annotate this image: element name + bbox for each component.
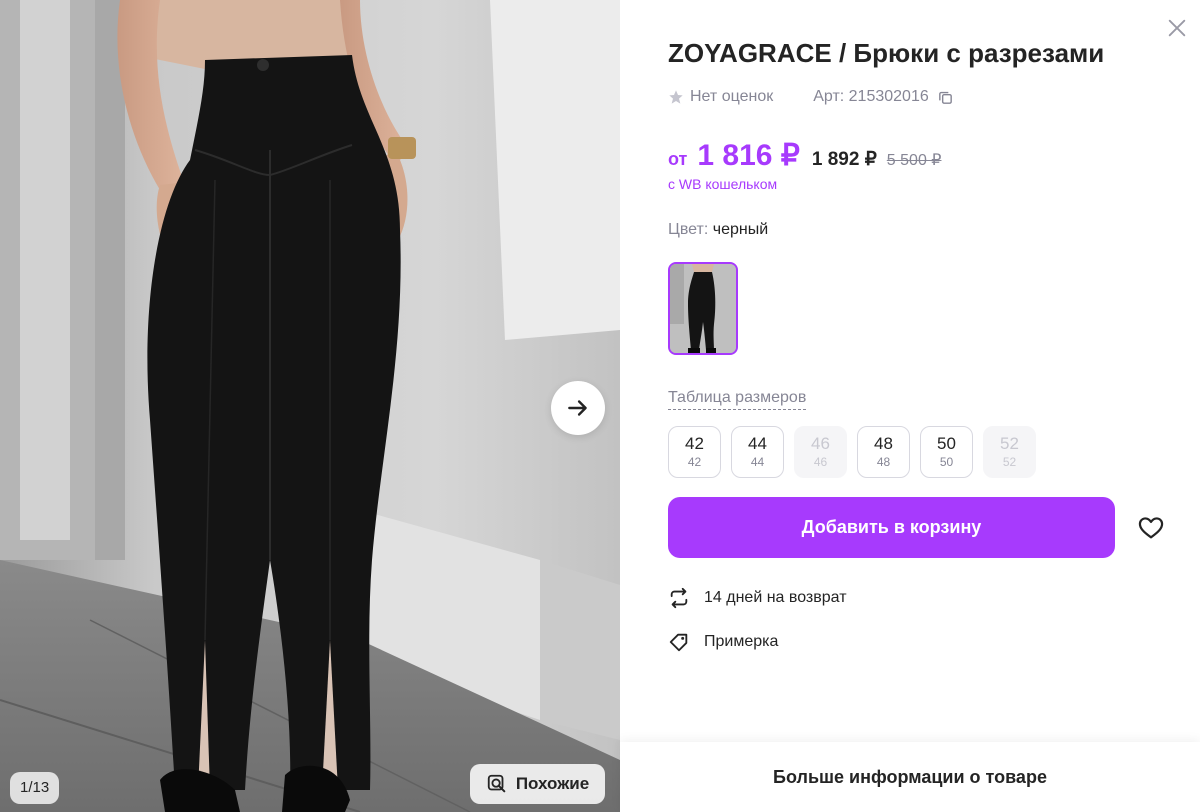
close-icon xyxy=(1168,19,1186,37)
size-ru-label: 52 xyxy=(1002,455,1017,469)
size-option-42[interactable]: 42 42 xyxy=(668,426,721,478)
add-to-cart-button[interactable]: Добавить в корзину xyxy=(668,497,1115,558)
product-details-panel: ZOYAGRACE / Брюки с разрезами Нет оценок… xyxy=(620,0,1200,812)
color-swatch-black[interactable] xyxy=(668,262,738,355)
return-icon xyxy=(670,587,688,609)
favorite-button[interactable] xyxy=(1133,510,1169,546)
size-ru-label: 46 xyxy=(813,455,828,469)
article: Арт: 215302016 xyxy=(813,88,954,106)
search-similar-icon xyxy=(487,774,506,793)
return-text: 14 дней на возврат xyxy=(704,589,847,606)
size-ru-label: 42 xyxy=(687,455,702,469)
size-ru-label: 50 xyxy=(939,455,954,469)
more-info-button[interactable]: Больше информации о товаре xyxy=(620,742,1200,812)
old-price: 5 500 ₽ xyxy=(886,152,942,169)
similar-products-button[interactable]: Похожие xyxy=(470,764,605,804)
article-number: Арт: 215302016 xyxy=(813,88,929,105)
size-option-46[interactable]: 46 46 xyxy=(794,426,847,478)
return-info: 14 дней на возврат xyxy=(668,587,847,609)
fitting-info: Примерка xyxy=(668,631,778,653)
similar-label: Похожие xyxy=(515,774,590,793)
price-from-label: от xyxy=(668,149,688,169)
heart-icon xyxy=(1138,517,1164,539)
fitting-text: Примерка xyxy=(704,633,779,650)
product-photo xyxy=(0,0,620,812)
size-table-link[interactable]: Таблица размеров xyxy=(668,389,807,410)
price-row: от 1 816 ₽ 1 892 ₽ 5 500 ₽ xyxy=(668,138,941,173)
wallet-price: 1 816 ₽ xyxy=(697,139,800,172)
star-icon xyxy=(668,89,684,105)
product-meta: Нет оценок Арт: 215302016 xyxy=(668,88,954,106)
size-option-48[interactable]: 48 48 xyxy=(857,426,910,478)
rating-text: Нет оценок xyxy=(690,88,774,105)
size-ru-label: 44 xyxy=(750,455,765,469)
image-counter: 1/13 xyxy=(10,772,60,804)
size-label: 46 xyxy=(811,434,830,453)
close-button[interactable] xyxy=(1163,14,1191,42)
regular-price: 1 892 ₽ xyxy=(811,149,877,170)
swatch-thumbnail xyxy=(670,264,736,353)
tag-icon xyxy=(669,633,688,652)
size-label: 44 xyxy=(748,434,767,453)
size-option-44[interactable]: 44 44 xyxy=(731,426,784,478)
size-ru-label: 48 xyxy=(876,455,891,469)
color-key: Цвет: xyxy=(668,221,709,238)
product-title: ZOYAGRACE / Брюки с разрезами xyxy=(668,38,1105,68)
wallet-note[interactable]: с WB кошельком xyxy=(668,176,777,192)
size-selector: 42 42 44 44 46 46 48 48 50 50 52 52 xyxy=(668,426,1036,478)
product-gallery[interactable]: 1/13 Похожие xyxy=(0,0,620,812)
size-option-50[interactable]: 50 50 xyxy=(920,426,973,478)
size-label: 42 xyxy=(685,434,704,453)
size-option-52[interactable]: 52 52 xyxy=(983,426,1036,478)
color-value: черный xyxy=(712,221,769,238)
copy-icon[interactable] xyxy=(937,89,954,106)
arrow-right-icon xyxy=(568,400,587,416)
color-label: Цвет: черный xyxy=(668,221,768,239)
size-label: 48 xyxy=(874,434,893,453)
size-label: 52 xyxy=(1000,434,1019,453)
next-image-button[interactable] xyxy=(551,381,605,435)
size-label: 50 xyxy=(937,434,956,453)
product-quick-view: 1/13 Похожие ZOYAGRACE / Брюки с разреза… xyxy=(0,0,1200,812)
